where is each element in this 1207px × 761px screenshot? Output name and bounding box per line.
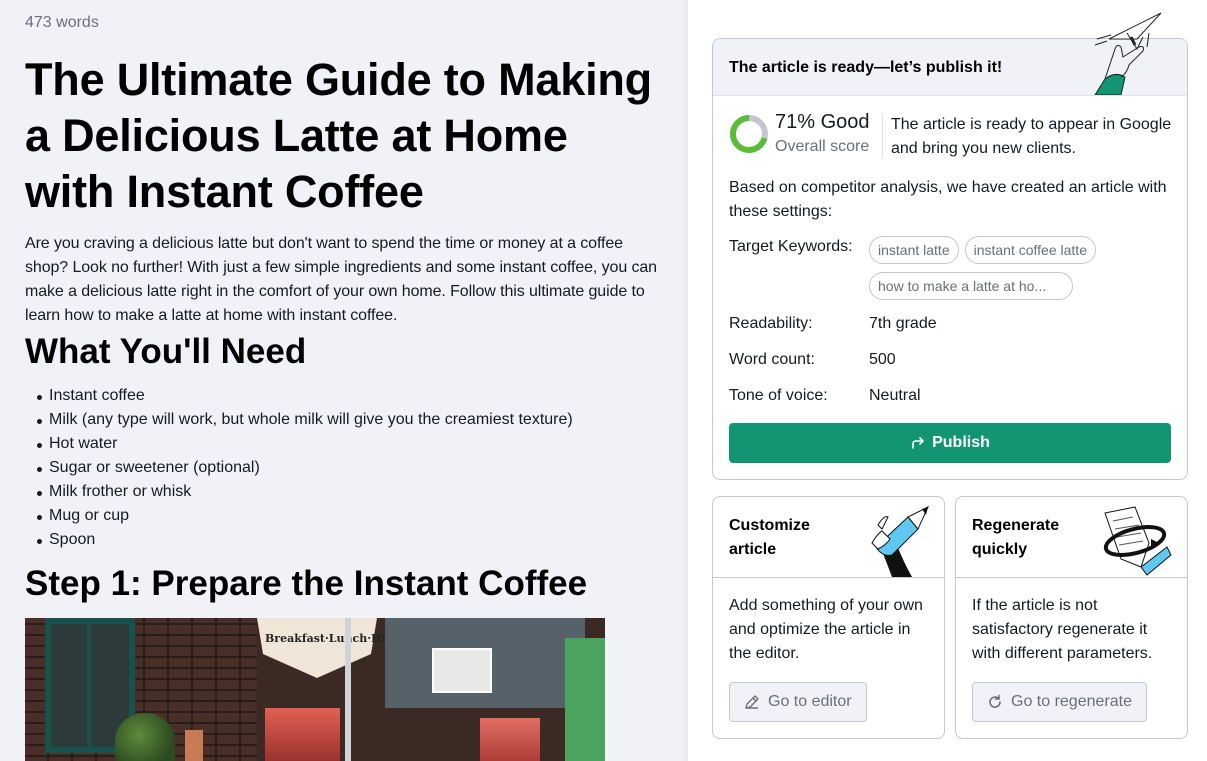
score-label: Overall score — [775, 138, 870, 155]
regenerate-card-header: Regenerate quickly — [956, 497, 1187, 578]
settings-intro: Based on competitor analysis, we have cr… — [729, 179, 1167, 220]
image-neon-sign — [265, 708, 340, 761]
regenerate-card-title: Regenerate quickly — [972, 517, 1060, 558]
regenerate-document-icon — [1103, 506, 1172, 576]
keyword-chip: instant coffee latte — [964, 236, 1096, 264]
list-item: Milk frother or whisk — [37, 480, 665, 504]
readability-row: Readability: 7th grade — [729, 315, 937, 333]
section-heading: What You'll Need — [25, 332, 307, 371]
go-to-regenerate-button[interactable]: Go to regenerate — [972, 682, 1147, 722]
word-count-row: Word count: 500 — [729, 351, 896, 369]
go-to-regenerate-label: Go to regenerate — [1011, 693, 1132, 710]
article-title: The Ultimate Guide to Making a Delicious… — [25, 54, 652, 217]
keywords-list: instant latte instant coffee latte how t… — [869, 236, 1169, 300]
list-item: Milk (any type will work, but whole milk… — [37, 408, 665, 432]
image-flower-pot — [185, 730, 203, 761]
publish-button[interactable]: Publish — [729, 423, 1171, 463]
keyword-chip: how to make a latte at ho... — [869, 272, 1073, 300]
image-neon-sign — [480, 718, 540, 761]
tone-row: Tone of voice: Neutral — [729, 387, 921, 405]
article-intro: Are you craving a delicious latte but do… — [25, 235, 657, 324]
publish-panel: The article is ready—let’s publish it! 7… — [688, 0, 1207, 761]
publish-card: The article is ready—let’s publish it! 7… — [712, 12, 1188, 480]
tone-value: Neutral — [869, 387, 921, 404]
customize-card-title: Customize article — [729, 517, 810, 558]
go-to-editor-label: Go to editor — [768, 693, 852, 710]
list-item: Instant coffee — [37, 384, 665, 408]
paper-plane-hand-icon — [1094, 12, 1162, 95]
keyword-chip: instant latte — [869, 236, 959, 264]
list-item: Spoon — [37, 528, 665, 552]
pencil-icon — [745, 695, 759, 709]
publish-button-label: Publish — [932, 434, 990, 451]
score-donut-chart — [730, 115, 768, 153]
regenerate-card-body: If the article is not satisfactory regen… — [972, 597, 1153, 662]
image-ac-unit — [432, 648, 492, 693]
image-pole — [345, 618, 351, 761]
list-item: Sugar or sweetener (optional) — [37, 456, 665, 480]
regenerate-card: Regenerate quickly If the article is not… — [955, 496, 1188, 739]
refresh-icon — [989, 694, 1001, 708]
list-item: Hot water — [37, 432, 665, 456]
image-sign — [257, 618, 377, 678]
pencil-hand-icon — [871, 505, 930, 577]
go-to-editor-button[interactable]: Go to editor — [729, 682, 867, 722]
score-value: 71% Good — [775, 111, 870, 133]
readability-value: 7th grade — [869, 315, 937, 332]
score-description: The article is ready to appear in Google… — [891, 116, 1172, 157]
keywords-label: Target Keywords: — [729, 238, 853, 255]
step-heading: Step 1: Prepare the Instant Coffee — [25, 564, 588, 603]
list-item: Mug or cup — [37, 504, 665, 528]
tone-label: Tone of voice: — [729, 387, 828, 404]
divider — [882, 114, 883, 158]
image-plants — [115, 713, 175, 761]
ingredients-list: Instant coffee Milk (any type will work,… — [25, 384, 665, 552]
word-count: 473 words — [25, 14, 99, 31]
article-preview-pane[interactable]: 473 words The Ultimate Guide to Making a… — [0, 0, 688, 761]
image-storefront — [565, 638, 605, 761]
customize-card-body: Add something of your own and optimize t… — [729, 597, 923, 662]
customize-card-header: Customize article — [713, 497, 944, 578]
readability-label: Readability: — [729, 315, 813, 332]
customize-card: Customize article Add something of your … — [712, 496, 945, 739]
word-count-value: 500 — [869, 351, 896, 368]
overall-score: 71% Good Overall score The article is re… — [729, 111, 1179, 159]
article-content: The Ultimate Guide to Making a Delicious… — [25, 52, 665, 761]
share-arrow-icon — [912, 437, 924, 449]
word-count-label: Word count: — [729, 351, 815, 368]
article-image: Breakfast·Lunch·Dinner — [25, 618, 605, 761]
